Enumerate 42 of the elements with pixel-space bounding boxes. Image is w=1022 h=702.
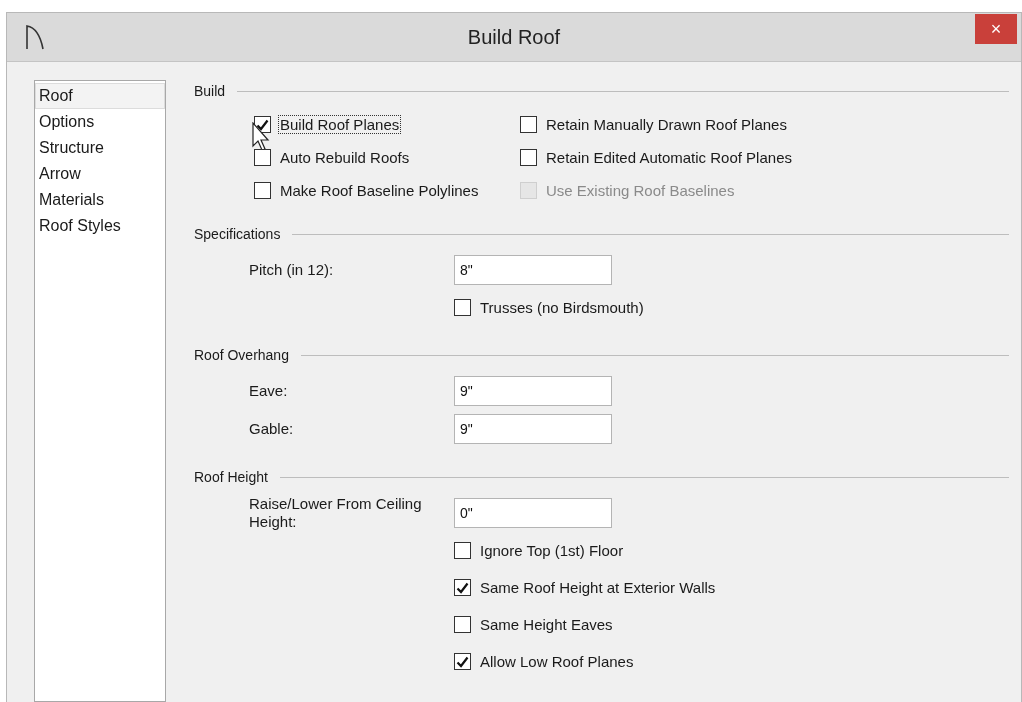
input-field[interactable]: 9" — [454, 376, 612, 406]
checkbox[interactable] — [520, 149, 537, 166]
checkbox-label: Build Roof Planes — [279, 116, 401, 133]
checkbox-label: Same Height Eaves — [479, 616, 614, 633]
checkbox[interactable] — [454, 299, 471, 316]
checkbox[interactable] — [254, 182, 271, 199]
input-field[interactable]: 0" — [454, 498, 612, 528]
window-title: Build Roof — [467, 25, 562, 49]
section-heading: Roof Height — [194, 469, 268, 485]
checkbox[interactable] — [254, 149, 271, 166]
checkbox-label: Retain Edited Automatic Roof Planes — [545, 149, 793, 166]
field-label: Gable: — [249, 420, 295, 438]
roof-icon — [25, 24, 45, 50]
checkbox-label: Trusses (no Birdsmouth) — [479, 299, 645, 316]
input-field[interactable]: 8" — [454, 255, 612, 285]
sidebar-item[interactable]: Arrow — [35, 161, 165, 187]
field-label: Pitch (in 12): — [249, 261, 335, 279]
checkbox-label: Auto Rebuild Roofs — [279, 149, 411, 166]
checkbox-label: Use Existing Roof Baselines — [545, 182, 736, 199]
sidebar-item[interactable]: Roof — [35, 83, 165, 109]
sidebar-item[interactable]: Options — [35, 109, 165, 135]
checkbox[interactable] — [454, 616, 471, 633]
section-heading: Build — [194, 83, 226, 99]
sidebar-item[interactable]: Structure — [35, 135, 165, 161]
checkbox-label: Ignore Top (1st) Floor — [479, 542, 625, 559]
section-heading: Roof Overhang — [194, 347, 289, 363]
close-button[interactable]: × — [975, 14, 1017, 44]
sidebar-item[interactable]: Roof Styles — [35, 213, 165, 239]
mouse-cursor-icon — [252, 122, 272, 152]
section-heading: Specifications — [194, 226, 281, 242]
checkbox-label: Make Roof Baseline Polylines — [279, 182, 480, 199]
checkbox-label: Allow Low Roof Planes — [479, 653, 635, 670]
field-label: Eave: — [249, 382, 289, 400]
checkbox-label: Retain Manually Drawn Roof Planes — [545, 116, 788, 133]
input-field[interactable]: 9" — [454, 414, 612, 444]
checkbox-label: Same Roof Height at Exterior Walls — [479, 579, 717, 596]
sidebar-item[interactable]: Materials — [35, 187, 165, 213]
checkbox[interactable] — [454, 653, 471, 670]
checkbox[interactable] — [454, 579, 471, 596]
field-label: Raise/Lower From Ceiling Height: — [249, 495, 423, 531]
checkbox[interactable] — [520, 116, 537, 133]
checkbox[interactable] — [454, 542, 471, 559]
